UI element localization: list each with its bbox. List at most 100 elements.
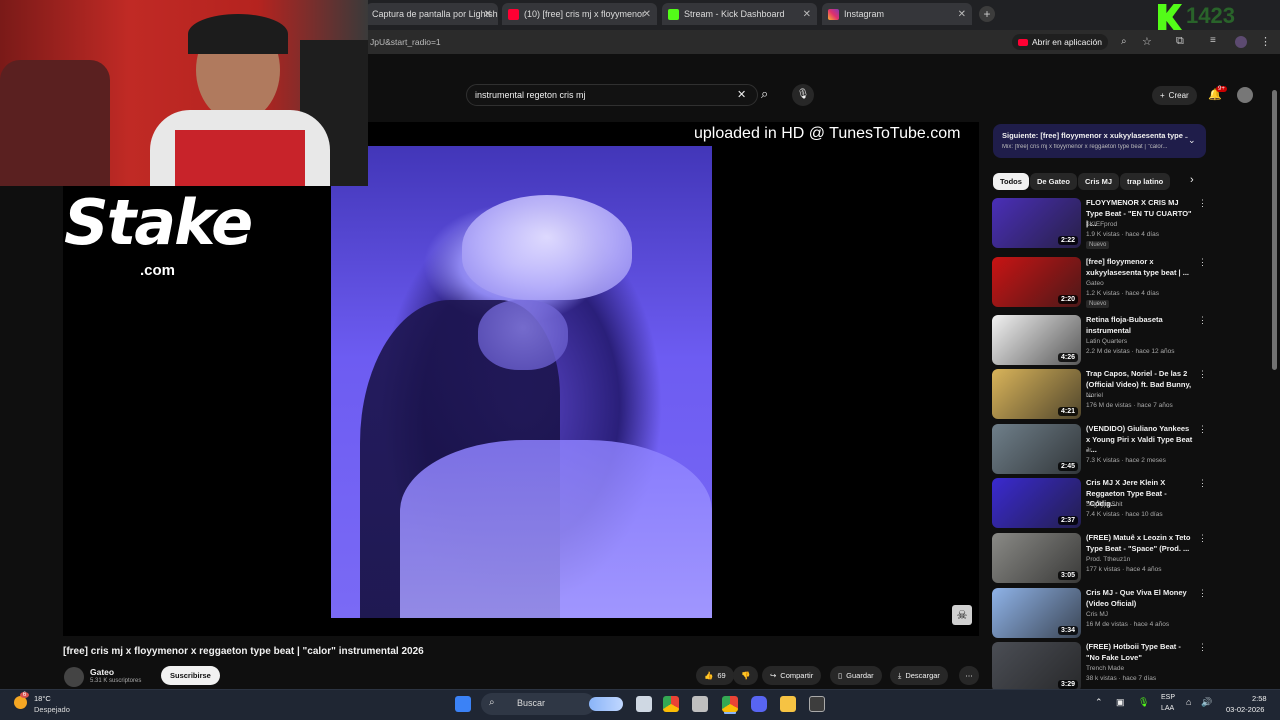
channel-name[interactable]: Gateo [90,667,114,677]
recommendation-title[interactable]: Retina floja-Bubaseta instrumental [1086,315,1194,336]
recommendation-thumbnail[interactable]: 2:22 [992,198,1081,248]
recommendation-thumbnail[interactable]: 3:05 [992,533,1081,583]
more-options-icon[interactable]: ⋮ [1198,257,1207,268]
chip-todos[interactable]: Todos [993,173,1029,190]
chrome-active-icon[interactable] [722,696,738,712]
microphone-icon[interactable]: 🎙 [1138,697,1149,708]
volume-icon[interactable]: 🔊 [1201,697,1212,708]
chip-cris-mj[interactable]: Cris MJ [1078,173,1120,190]
recommendation-channel: Trench Made [1086,665,1125,672]
create-button[interactable]: + Crear [1152,86,1197,105]
zoom-icon[interactable]: ⌕ [1121,36,1127,47]
language-top[interactable]: ESP [1161,694,1175,701]
weather-desc: Despejado [34,705,70,714]
account-avatar[interactable] [1237,87,1253,103]
duration-label: 3:05 [1057,571,1078,580]
more-options-icon[interactable]: ⋮ [1198,478,1207,489]
chevron-right-icon[interactable]: › [1190,174,1194,186]
clear-search-icon[interactable]: ✕ [737,88,746,101]
webcam-person-hair [188,14,288,54]
recommendation-thumbnail[interactable]: 3:29 [992,642,1081,692]
clock-time[interactable]: 2:58 [1252,694,1267,703]
search-highlight-image[interactable] [589,697,623,711]
duration-label: 3:29 [1057,680,1078,689]
duration-label: 2:20 [1057,295,1078,304]
youtube-app-icon [1018,38,1028,46]
chrome-icon[interactable] [663,696,679,712]
obs-icon[interactable] [692,696,708,712]
recommendation-title[interactable]: (VENDIDO) Giuliano Yankees x Young Piri … [1086,424,1194,456]
chip-de-gateo[interactable]: De Gateo [1030,173,1077,190]
tab-youtube[interactable]: (10) [free] cris mj x floyymenor ✕ [502,3,657,25]
file-explorer-icon[interactable] [780,696,796,712]
close-tab-icon[interactable]: ✕ [643,9,651,20]
duration-label: 2:45 [1057,462,1078,471]
recommendation-title[interactable]: Cris MJ - Que Viva El Money (Video Ofici… [1086,588,1194,609]
more-actions-button[interactable]: ⋯ [959,666,979,685]
voice-search-icon[interactable]: 🎙 [792,84,814,106]
show-hidden-icons[interactable]: ⌃ [1095,697,1103,708]
tab-instagram[interactable]: Instagram ✕ [822,3,972,25]
chip-trap-latino[interactable]: trap latino [1120,173,1171,190]
page-scrollbar[interactable] [1272,90,1277,370]
more-options-icon[interactable]: ⋮ [1198,642,1207,653]
close-tab-icon[interactable]: ✕ [803,9,811,20]
search-icon[interactable]: ⌕ [761,86,768,102]
more-options-icon[interactable]: ⋮ [1198,315,1207,326]
profile-avatar[interactable] [1235,36,1247,48]
recommendation-thumbnail[interactable]: 4:21 [992,369,1081,419]
recommendation-meta: 176 M de vistas · hace 7 años [1086,402,1173,409]
media-player-icon[interactable] [809,696,825,712]
open-in-app-button[interactable]: Abrir en aplicación [1012,34,1108,50]
weather-temp: 18°C [34,694,51,703]
recommendation-channel: $KIEFprod [1086,221,1118,228]
recommendation-thumbnail[interactable]: 2:37 [992,478,1081,528]
recommendation-thumbnail[interactable]: 2:45 [992,424,1081,474]
more-options-icon[interactable]: ⋮ [1198,533,1207,544]
more-options-icon[interactable]: ⋮ [1198,198,1207,209]
more-options-icon[interactable]: ⋮ [1198,369,1207,380]
download-button[interactable]: ⤓ Descargar [890,666,948,685]
media-control-icon[interactable]: ≡ [1210,35,1216,46]
kick-overlay-count: 1423 [1186,3,1235,28]
recommendation-thumbnail[interactable]: 4:26 [992,315,1081,365]
address-bar[interactable]: JpU&start_radio=1 [370,37,441,47]
channel-avatar[interactable] [64,667,84,687]
dislike-button[interactable]: 👎 [733,666,759,685]
channel-watermark-icon[interactable]: ☠ [952,605,972,625]
recommendation-meta: 1.2 K vistas · hace 4 días [1086,290,1159,297]
subscriber-count: 5.31 K suscriptores [90,678,142,684]
recommendation-thumbnail[interactable]: 2:20 [992,257,1081,307]
subscribe-button[interactable]: Suscribirse [161,666,220,685]
search-input[interactable]: instrumental regeton cris mj [466,84,758,106]
language-bottom[interactable]: LAA [1161,705,1174,712]
more-options-icon[interactable]: ⋮ [1198,424,1207,435]
close-tab-icon[interactable]: ✕ [484,9,492,20]
clock-date[interactable]: 03-02-2026 [1226,705,1264,714]
save-button[interactable]: ▯ Guardar [830,666,882,685]
tray-app-icon[interactable]: ▣ [1116,697,1125,708]
recommendation-thumbnail[interactable]: 3:34 [992,588,1081,638]
browser-menu-icon[interactable]: ⋮ [1260,35,1271,48]
more-options-icon[interactable]: ⋮ [1198,588,1207,599]
tab-lightshot[interactable]: Captura de pantalla por Lightshot ✕ [366,3,498,25]
download-icon: ⤓ [898,670,902,680]
recommendation-title[interactable]: [free] floyymenor x xukyylasesenta type … [1086,257,1194,278]
discord-icon[interactable] [751,696,767,712]
like-button[interactable]: 👍 69 [696,666,734,685]
close-tab-icon[interactable]: ✕ [958,9,966,20]
tab-kick[interactable]: Stream - Kick Dashboard ✕ [662,3,817,25]
recommendation-title[interactable]: (FREE) Hotboii Type Beat - "No Fake Love… [1086,642,1194,663]
network-icon[interactable]: ⌂ [1186,697,1191,707]
task-view-icon[interactable] [636,696,652,712]
extensions-icon[interactable]: ⧉ [1176,35,1184,48]
new-badge: Nuevo [1086,241,1110,249]
share-button[interactable]: ↪ Compartir [762,666,822,685]
chevron-down-icon[interactable]: ⌄ [1188,135,1196,146]
windows-start-icon[interactable] [455,696,471,712]
bookmark-star-icon[interactable]: ☆ [1142,35,1152,48]
new-tab-button[interactable]: + [979,6,995,22]
next-up-panel[interactable]: Siguiente: [free] floyymenor x xukyylase… [993,124,1206,158]
recommendation-title[interactable]: (FREE) Matuê x Leozin x Teto Type Beat -… [1086,533,1194,554]
taskbar-search[interactable]: Buscar [481,693,595,715]
